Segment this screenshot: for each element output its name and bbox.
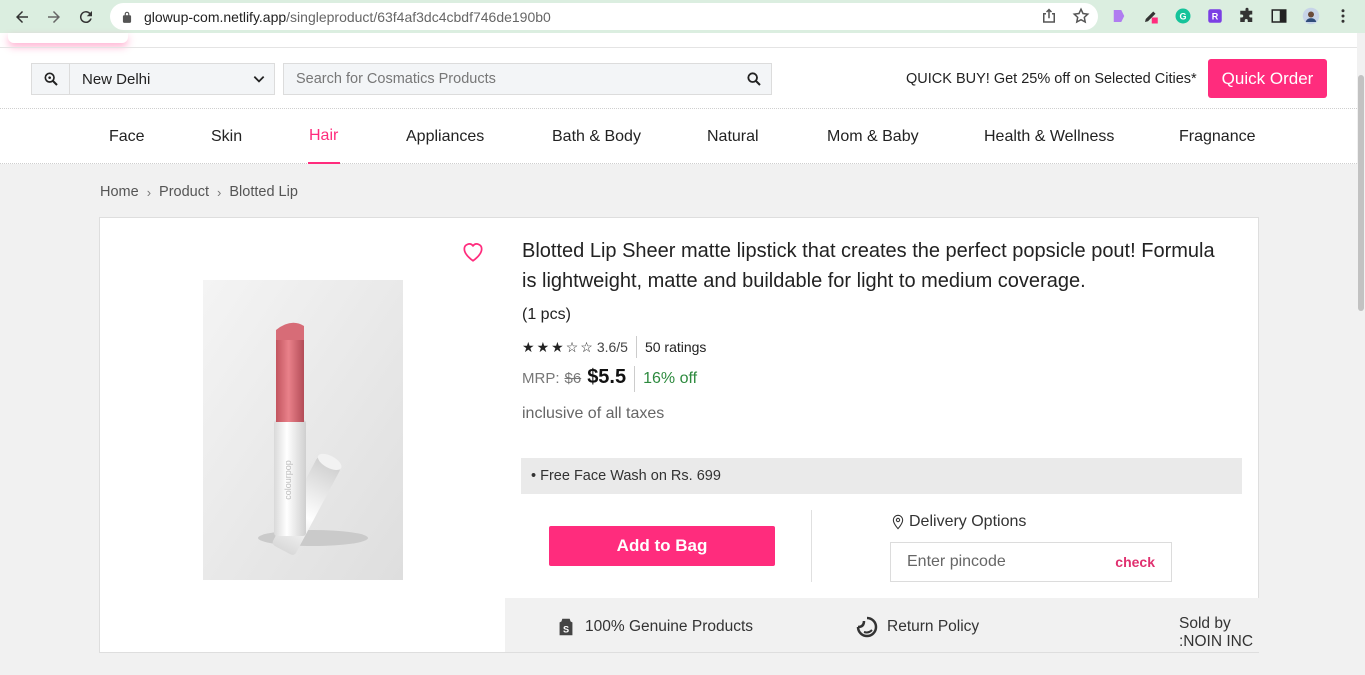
share-icon[interactable] (1040, 7, 1058, 25)
sold-by-label: Sold by :NOIN INC (1179, 615, 1254, 650)
category-nav: Face Skin Hair Appliances Bath & Body Na… (0, 108, 1357, 164)
return-policy-label: Return Policy (887, 618, 980, 635)
address-bar[interactable]: glowup-com.netlify.app/singleproduct/63f… (110, 3, 1098, 30)
active-category-underline (308, 162, 340, 164)
star-empty-icon: ☆ (565, 339, 579, 355)
extension-r-icon[interactable]: R (1204, 5, 1226, 27)
breadcrumb-separator-icon: › (217, 184, 222, 200)
location-pin-icon (892, 514, 904, 530)
location-select[interactable]: New Delhi (31, 63, 275, 95)
reload-icon[interactable] (70, 0, 102, 33)
grammarly-icon[interactable]: G (1172, 5, 1194, 27)
star-filled-icon: ★ (536, 339, 550, 355)
site-header: New Delhi QUICK BUY! Get 25% off on Sele… (0, 33, 1357, 164)
svg-text:colourpop: colourpop (283, 460, 293, 500)
breadcrumb-home[interactable]: Home (100, 184, 139, 200)
location-value: New Delhi (82, 70, 151, 88)
profile-avatar[interactable] (1300, 5, 1322, 27)
actions-divider (811, 510, 812, 582)
mrp-label: MRP: (522, 370, 560, 387)
genuine-products: S 100% Genuine Products (555, 615, 753, 639)
quick-order-button[interactable]: Quick Order (1208, 59, 1327, 98)
category-mom-baby[interactable]: Mom & Baby (827, 128, 919, 146)
delivery-options-label: Delivery Options (909, 513, 1027, 530)
side-panel-icon[interactable] (1268, 5, 1290, 27)
rating-value: 3.6/5 (596, 339, 628, 355)
extension-pen-icon[interactable] (1140, 5, 1162, 27)
discount-badge: 16% off (643, 370, 698, 387)
return-policy[interactable]: Return Policy (855, 615, 979, 639)
price-row: MRP: $6 $5.5 16% off (522, 366, 697, 392)
offer-banner: • Free Face Wash on Rs. 699 (521, 458, 1242, 494)
breadcrumb-current: Blotted Lip (229, 184, 298, 200)
forward-icon[interactable] (38, 0, 70, 33)
pincode-input[interactable] (907, 553, 1116, 571)
page-scrollbar[interactable] (1357, 33, 1365, 675)
header-divider (0, 47, 1357, 48)
category-skin[interactable]: Skin (211, 128, 242, 146)
product-rating: ★ ★ ★ ☆ ☆ 3.6/5 50 ratings (522, 336, 706, 358)
add-to-bag-button[interactable]: Add to Bag (549, 526, 775, 566)
category-natural[interactable]: Natural (707, 128, 759, 146)
search-input[interactable] (296, 71, 737, 87)
header-tab-shadow (8, 33, 128, 43)
breadcrumb-product[interactable]: Product (159, 184, 209, 200)
url-path: /singleproduct/63f4af3dc4cbdf746de190b0 (286, 8, 551, 25)
return-icon (856, 616, 878, 638)
star-empty-icon: ☆ (580, 339, 593, 355)
category-face[interactable]: Face (109, 128, 145, 146)
svg-text:G: G (1179, 11, 1186, 21)
shopping-bag-icon: S (559, 618, 573, 636)
product-quantity: (1 pcs) (522, 306, 571, 323)
genuine-products-label: 100% Genuine Products (585, 618, 754, 635)
product-title: Blotted Lip Sheer matte lipstick that cr… (522, 240, 1215, 292)
category-fragnance[interactable]: Fragnance (1179, 128, 1256, 146)
breadcrumb-separator-icon: › (146, 184, 152, 200)
svg-text:S: S (563, 625, 569, 635)
check-pincode-button[interactable]: check (1115, 554, 1155, 570)
rating-divider (635, 336, 637, 358)
bookmark-star-icon[interactable] (1072, 7, 1090, 25)
star-filled-icon: ★ (551, 339, 564, 355)
product-card: colourpop Blotted Lip Sheer matte lipsti… (99, 217, 1259, 653)
ratings-count: 50 ratings (644, 339, 707, 355)
category-appliances[interactable]: Appliances (406, 128, 484, 146)
category-bath-body[interactable]: Bath & Body (552, 128, 641, 146)
mrp-original-price: $6 (564, 370, 582, 387)
location-search-icon (32, 64, 70, 94)
lock-icon (122, 11, 132, 23)
wishlist-heart-icon[interactable] (460, 238, 486, 264)
browser-menu-icon[interactable] (1332, 5, 1354, 27)
category-health-wellness[interactable]: Health & Wellness (984, 128, 1114, 146)
scrollbar-thumb[interactable] (1358, 75, 1364, 311)
price-divider (634, 366, 636, 392)
promo-text: QUICK BUY! Get 25% off on Selected Citie… (906, 71, 1197, 87)
page: New Delhi QUICK BUY! Get 25% off on Sele… (0, 33, 1357, 675)
extensions-puzzle-icon[interactable] (1236, 5, 1258, 27)
category-hair[interactable]: Hair (309, 127, 338, 145)
browser-toolbar: glowup-com.netlify.app/singleproduct/63f… (0, 0, 1365, 33)
pincode-field: check (890, 542, 1172, 582)
star-filled-icon: ★ (522, 339, 535, 355)
search-field (283, 63, 772, 95)
url-host: glowup-com.netlify.app (144, 8, 287, 25)
product-image[interactable]: colourpop (203, 280, 403, 580)
chevron-down-icon (244, 72, 274, 86)
tax-note: inclusive of all taxes (522, 405, 665, 422)
sale-price: $5.5 (587, 366, 627, 388)
breadcrumb: Home › Product › Blotted Lip (100, 184, 298, 200)
back-icon[interactable] (6, 0, 38, 33)
rating-stars: ★ ★ ★ ☆ ☆ (522, 339, 593, 355)
svg-text:R: R (1212, 11, 1219, 21)
search-icon[interactable] (737, 71, 771, 87)
sold-by: Sold by :NOIN INC (1179, 615, 1259, 651)
delivery-options-heading: Delivery Options (890, 513, 1026, 531)
extension-gradient-icon[interactable] (1108, 5, 1130, 27)
assurance-bar: S 100% Genuine Products Return Policy So… (505, 598, 1259, 652)
